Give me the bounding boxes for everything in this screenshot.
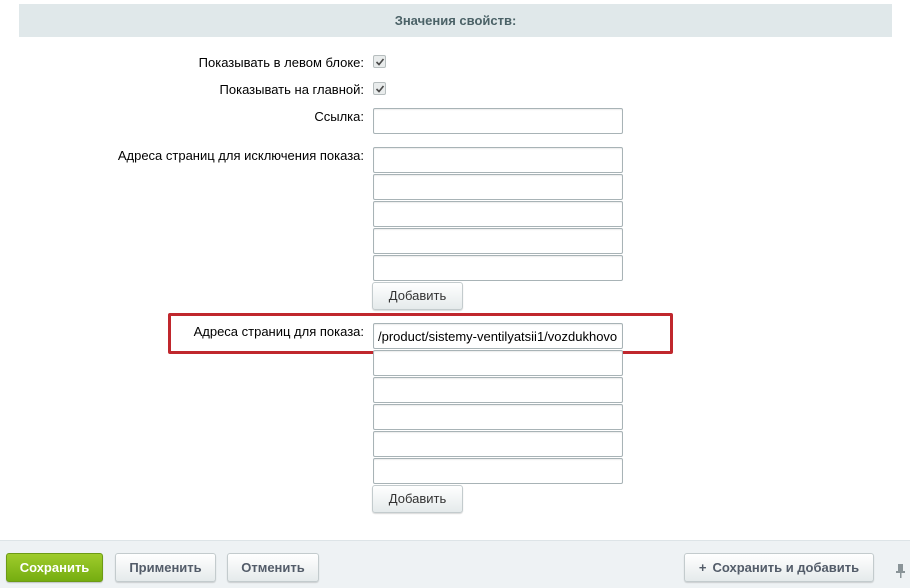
link-input[interactable]	[373, 108, 623, 134]
save-and-add-button[interactable]: + Сохранить и добавить	[684, 553, 874, 582]
link-label: Ссылка:	[314, 109, 364, 124]
show-pages-label: Адреса страниц для показа:	[193, 324, 364, 339]
show-main-checkbox[interactable]	[373, 82, 386, 95]
section-title: Значения свойств:	[394, 13, 517, 28]
save-and-add-label: Сохранить и добавить	[712, 560, 860, 575]
exclude-page-input-3[interactable]	[373, 201, 623, 227]
show-page-input-3[interactable]	[373, 377, 623, 403]
checkmark-icon	[375, 58, 385, 66]
add-exclude-page-button[interactable]: Добавить	[372, 282, 463, 310]
exclude-pages-label: Адреса страниц для исключения показа:	[117, 148, 364, 163]
exclude-page-input-5[interactable]	[373, 255, 623, 281]
show-left-block-checkbox[interactable]	[373, 55, 386, 68]
cancel-button[interactable]: Отменить	[227, 553, 319, 582]
apply-button[interactable]: Применить	[115, 553, 216, 582]
save-button[interactable]: Сохранить	[6, 553, 103, 582]
exclude-page-input-4[interactable]	[373, 228, 623, 254]
exclude-page-input-1[interactable]	[373, 147, 623, 173]
show-main-label: Показывать на главной:	[219, 82, 364, 97]
show-page-input-6[interactable]	[373, 458, 623, 484]
exclude-page-input-2[interactable]	[373, 174, 623, 200]
checkmark-icon	[375, 85, 385, 93]
show-page-input-2[interactable]	[373, 350, 623, 376]
plus-icon: +	[698, 560, 707, 575]
pin-icon[interactable]	[895, 563, 906, 579]
section-header: Значения свойств:	[19, 4, 892, 37]
show-page-input-1[interactable]	[373, 323, 623, 349]
show-page-input-5[interactable]	[373, 431, 623, 457]
add-show-page-button[interactable]: Добавить	[372, 485, 463, 513]
show-page-input-4[interactable]	[373, 404, 623, 430]
show-left-block-label: Показывать в левом блоке:	[198, 55, 364, 70]
